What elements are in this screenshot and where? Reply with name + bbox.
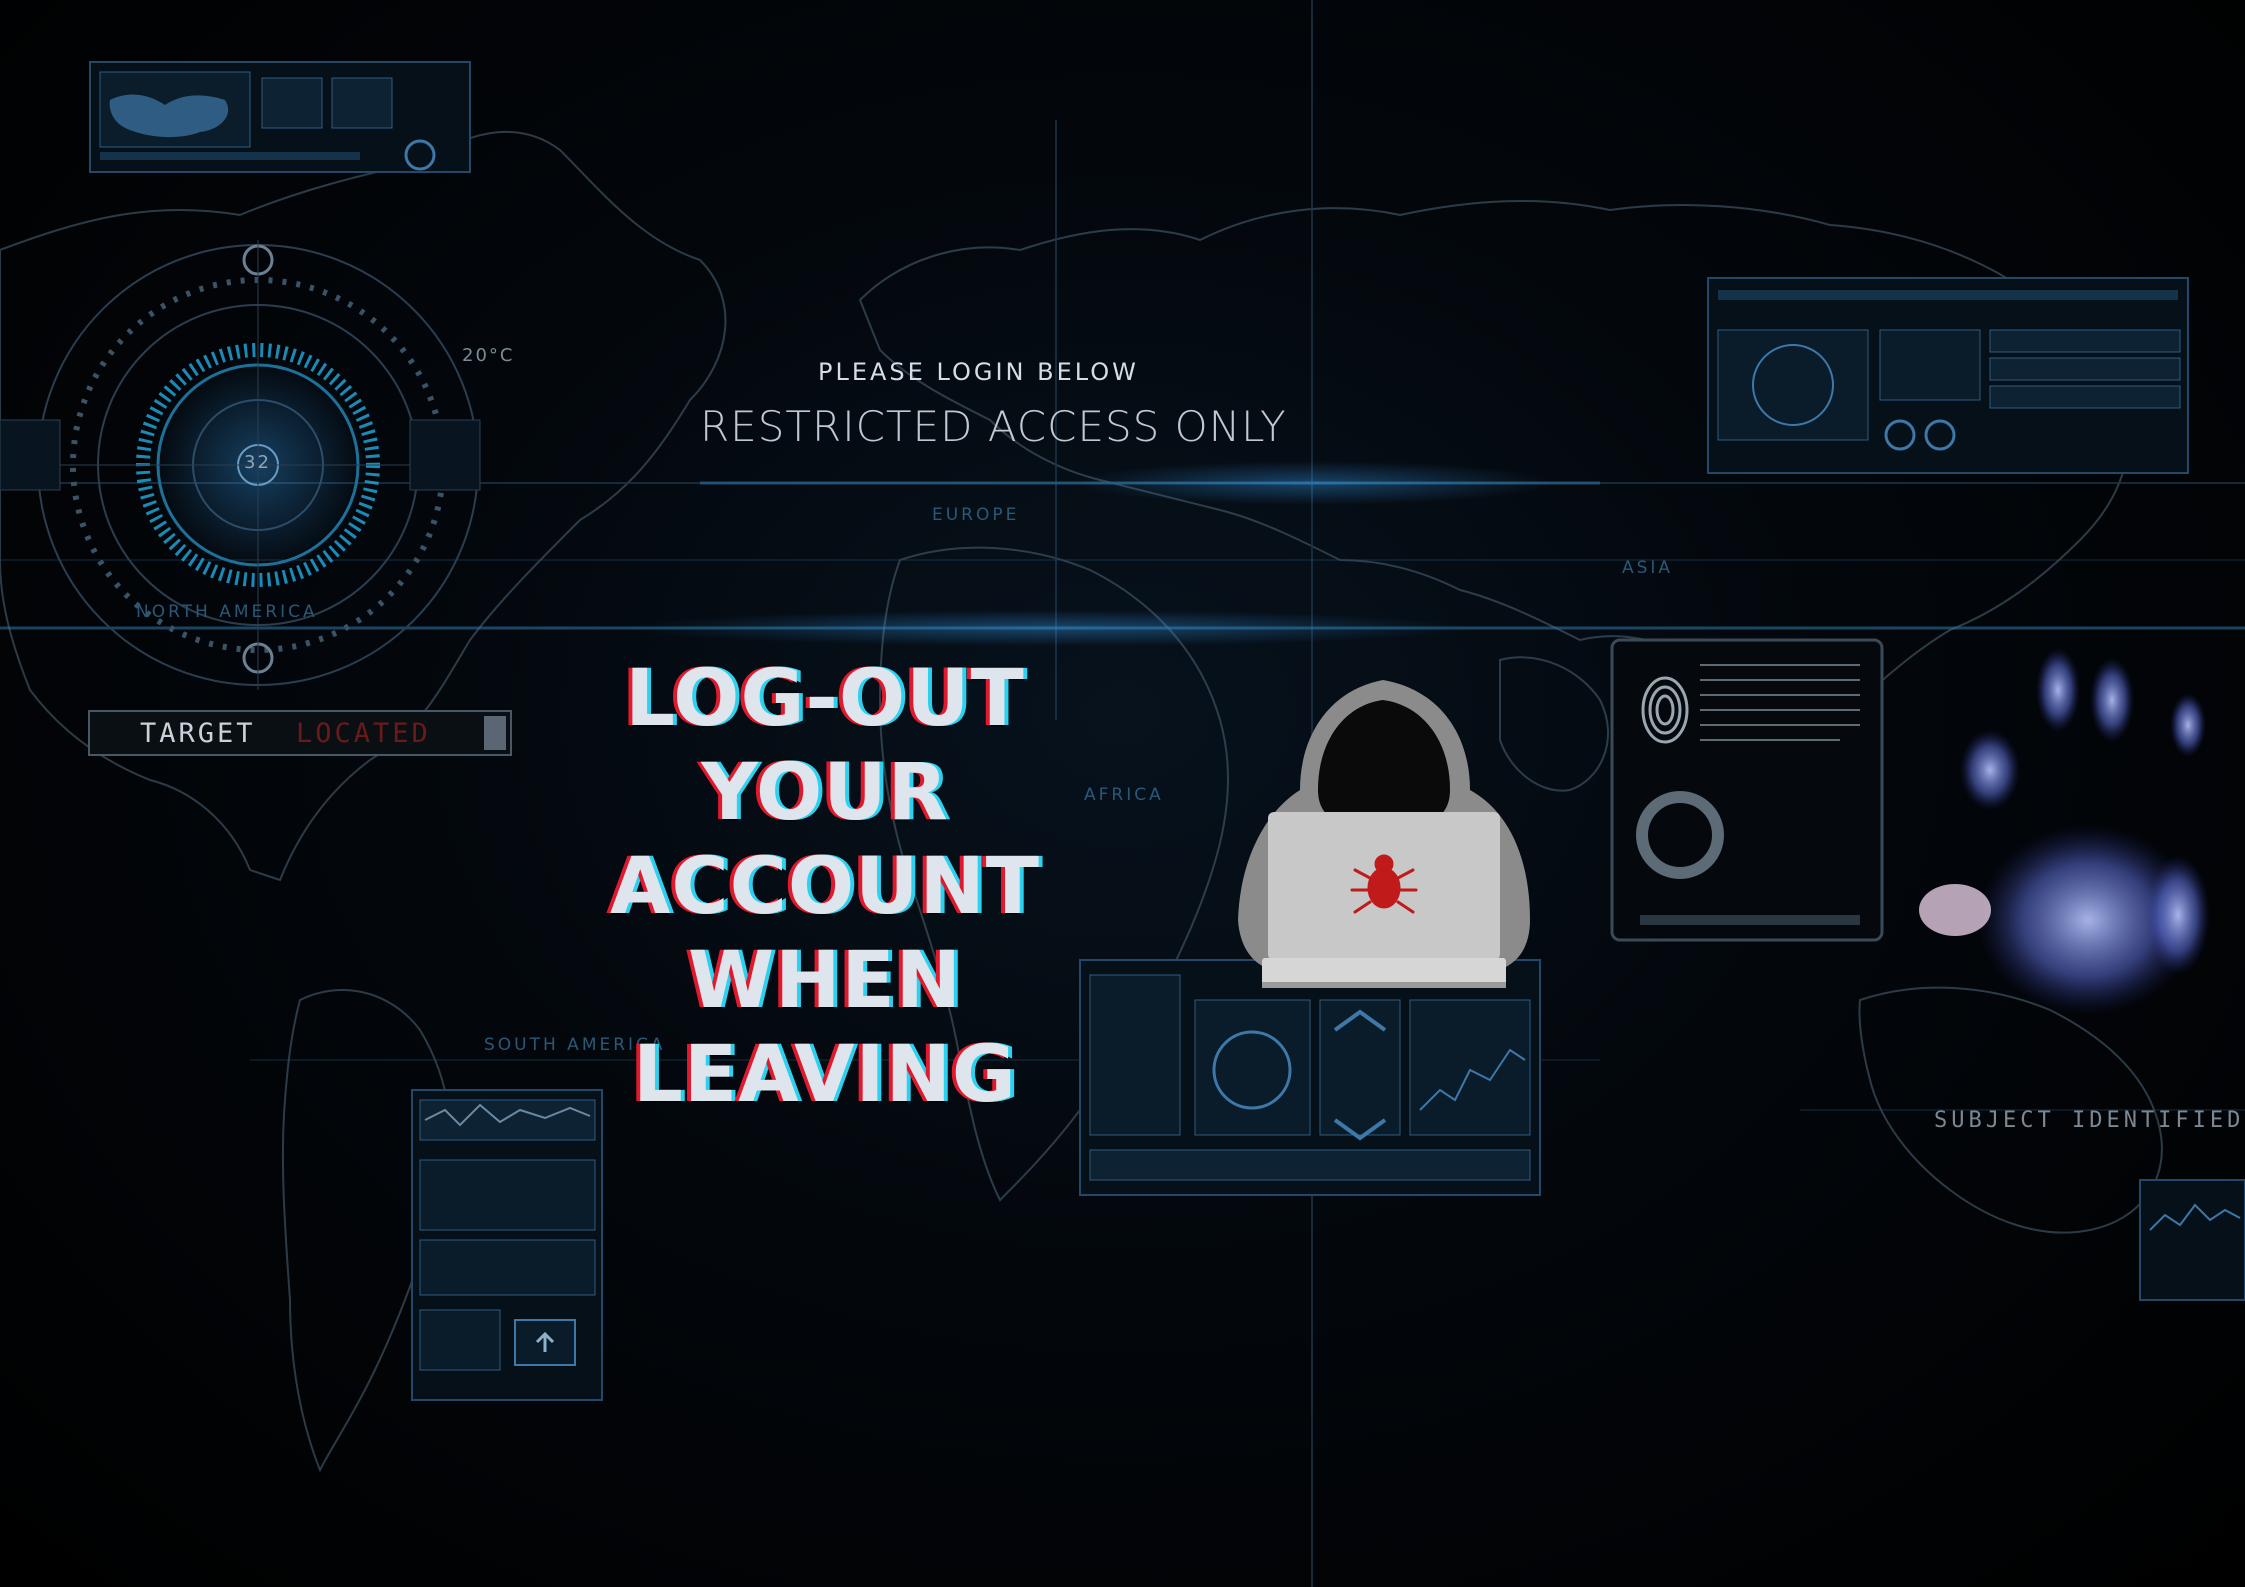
target-label: TARGET — [140, 718, 256, 749]
target-located-box: TARGET LOCATED — [88, 710, 512, 756]
temperature-readout: 20°C — [462, 345, 515, 366]
handprint-icon — [1919, 648, 2210, 1015]
hooded-hacker-icon — [1238, 680, 1530, 988]
restricted-access-text: RESTRICTED ACCESS ONLY — [700, 402, 1287, 451]
poster-stage: PLEASE LOGIN BELOW RESTRICTED ACCESS ONL… — [0, 0, 2245, 1587]
fingerprint-panel — [1610, 638, 1884, 942]
data-panel-bottom-right — [2139, 1179, 2245, 1301]
please-login-text: PLEASE LOGIN BELOW — [818, 358, 1139, 386]
data-panel-top-right — [1707, 277, 2189, 474]
radar-dial-icon — [0, 240, 481, 690]
target-status: LOCATED — [296, 718, 431, 749]
dial-value: 32 — [244, 452, 271, 473]
data-panel-bottom-left — [411, 1089, 603, 1401]
headline-line-1: LOG-OUT — [625, 654, 1025, 744]
subject-identified-text: SUBJECT IDENTIFIED — [1934, 1108, 2245, 1133]
mini-map-panel — [89, 61, 471, 173]
headline: LOG-OUT YOUR ACCOUNT WHEN LEAVING — [500, 652, 1150, 1122]
region-north-america: NORTH AMERICA — [136, 602, 318, 622]
headline-line-2: YOUR ACCOUNT — [610, 748, 1040, 932]
headline-line-3: WHEN LEAVING — [633, 936, 1017, 1120]
region-europe: EUROPE — [932, 505, 1020, 525]
region-asia: ASIA — [1622, 558, 1674, 578]
